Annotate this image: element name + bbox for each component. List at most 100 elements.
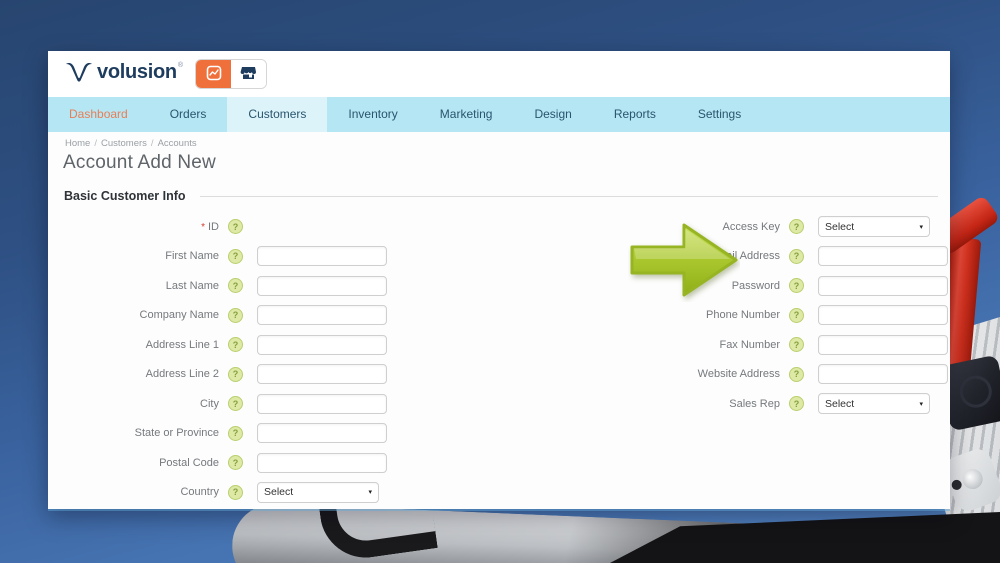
form-column-left: * ID? First Name? Last Name? Company Name? Ad… — [64, 212, 387, 507]
storefront-button[interactable] — [231, 60, 266, 88]
field-city-input[interactable] — [257, 393, 387, 414]
select-value: Select — [264, 486, 294, 499]
field-access-key-select[interactable]: Select ▾ — [818, 216, 930, 238]
header-view-toggle — [195, 59, 267, 89]
field-label-address-line-1: Address Line 1 — [145, 338, 219, 351]
field-label-id: * ID — [201, 220, 219, 233]
help-icon[interactable]: ? — [228, 337, 243, 353]
breadcrumb-link-home[interactable]: Home — [65, 138, 90, 149]
field-state-or-province-input[interactable] — [257, 423, 387, 444]
field-address-line-2-input[interactable] — [257, 364, 387, 385]
form-row-last-name: Last Name? — [64, 271, 387, 301]
chevron-down-icon: ▾ — [368, 489, 372, 497]
field-phone-number-input[interactable] — [818, 305, 948, 326]
section-title: Basic Customer Info — [64, 189, 186, 203]
main-nav: Dashboard Orders Customers Inventory Marketi… — [48, 97, 950, 132]
help-icon[interactable]: ? — [789, 337, 804, 353]
field-label-last-name: Last Name — [165, 279, 219, 292]
help-icon[interactable]: ? — [228, 307, 243, 323]
form-row-sales-rep: Sales Rep? Select ▾ — [654, 389, 948, 419]
required-asterisk: * — [201, 221, 205, 233]
field-label-website-address: Website Address — [697, 368, 780, 381]
volusion-logo: volusion ® — [65, 60, 183, 89]
storefront-icon — [240, 65, 257, 84]
form-row-id: * ID? — [64, 212, 387, 242]
help-icon[interactable]: ? — [789, 307, 804, 323]
form-row-address-line-1: Address Line 1? — [64, 330, 387, 360]
tab-settings[interactable]: Settings — [677, 97, 762, 132]
field-label-country: Country — [180, 486, 219, 499]
form-row-fax-number: Fax Number? — [654, 330, 948, 360]
field-label-postal-code: Postal Code — [159, 456, 219, 469]
help-icon[interactable]: ? — [228, 455, 243, 471]
help-icon[interactable]: ? — [228, 484, 243, 500]
volusion-admin-panel: volusion ® Dashboard Orders Customers In… — [48, 51, 950, 509]
tab-orders[interactable]: Orders — [149, 97, 228, 132]
field-postal-code-input[interactable] — [257, 452, 387, 473]
tab-customers[interactable]: Customers — [227, 97, 328, 132]
breadcrumb: Home / Customers / Accounts — [65, 138, 197, 149]
tab-design[interactable]: Design — [513, 97, 592, 132]
field-e-mail-address-input[interactable] — [818, 246, 948, 267]
help-icon[interactable]: ? — [789, 396, 804, 412]
chart-icon — [206, 65, 222, 84]
tab-reports[interactable]: Reports — [593, 97, 677, 132]
field-label-company-name: Company Name — [139, 309, 219, 322]
registered-mark: ® — [177, 61, 183, 69]
help-icon[interactable]: ? — [228, 366, 243, 382]
help-icon[interactable]: ? — [789, 366, 804, 382]
highlight-arrow — [628, 220, 740, 302]
field-label-first-name: First Name — [165, 250, 219, 263]
field-label-sales-rep: Sales Rep — [729, 397, 780, 410]
chevron-down-icon: ▾ — [919, 400, 923, 408]
tab-marketing[interactable]: Marketing — [419, 97, 514, 132]
section-rule — [199, 195, 938, 197]
field-sales-rep-select[interactable]: Select ▾ — [818, 393, 930, 415]
field-company-name-input[interactable] — [257, 305, 387, 326]
breadcrumb-separator: / — [94, 138, 97, 149]
background-photo: volusion ® Dashboard Orders Customers In… — [0, 0, 1000, 563]
select-value: Select — [825, 220, 855, 233]
tab-dashboard[interactable]: Dashboard — [48, 97, 149, 132]
form-row-country: Country? Select ▾ — [64, 478, 387, 508]
page-title: Account Add New — [63, 152, 216, 173]
field-label-phone-number: Phone Number — [706, 309, 780, 322]
field-first-name-input[interactable] — [257, 246, 387, 267]
breadcrumb-separator: / — [150, 138, 154, 149]
help-icon[interactable]: ? — [789, 248, 804, 264]
chevron-down-icon: ▾ — [919, 223, 923, 231]
field-last-name-input[interactable] — [257, 275, 387, 296]
breadcrumb-link-accounts[interactable]: Accounts — [158, 138, 197, 149]
volusion-v-icon — [65, 60, 93, 89]
form-row-address-line-2: Address Line 2? — [64, 360, 387, 390]
form-row-company-name: Company Name? — [64, 301, 387, 331]
section-header: Basic Customer Info — [64, 189, 938, 203]
help-icon[interactable]: ? — [228, 248, 243, 264]
tab-inventory[interactable]: Inventory — [327, 97, 418, 132]
field-label-address-line-2: Address Line 2 — [145, 368, 219, 381]
panel-header: volusion ® — [48, 51, 950, 97]
form-row-state-or-province: State or Province? — [64, 419, 387, 449]
select-value: Select — [825, 397, 855, 410]
brand-name: volusion — [97, 60, 177, 83]
field-label-state-or-province: State or Province — [134, 427, 219, 440]
breadcrumb-link-customers[interactable]: Customers — [101, 138, 147, 149]
field-country-select[interactable]: Select ▾ — [257, 481, 379, 503]
form-row-first-name: First Name? — [64, 242, 387, 272]
field-website-address-input[interactable] — [818, 364, 948, 385]
form-row-city: City? — [64, 389, 387, 419]
form-row-postal-code: Postal Code? — [64, 448, 387, 478]
help-icon[interactable]: ? — [789, 278, 804, 294]
help-icon[interactable]: ? — [789, 219, 804, 235]
admin-view-button[interactable] — [196, 60, 231, 88]
field-fax-number-input[interactable] — [818, 334, 948, 355]
form-row-website-address: Website Address? — [654, 360, 948, 390]
field-password-input[interactable] — [818, 275, 948, 296]
help-icon[interactable]: ? — [228, 219, 243, 235]
field-label-fax-number: Fax Number — [719, 338, 780, 351]
help-icon[interactable]: ? — [228, 396, 243, 412]
help-icon[interactable]: ? — [228, 278, 243, 294]
help-icon[interactable]: ? — [228, 425, 243, 441]
field-address-line-1-input[interactable] — [257, 334, 387, 355]
form-row-phone-number: Phone Number? — [654, 301, 948, 331]
